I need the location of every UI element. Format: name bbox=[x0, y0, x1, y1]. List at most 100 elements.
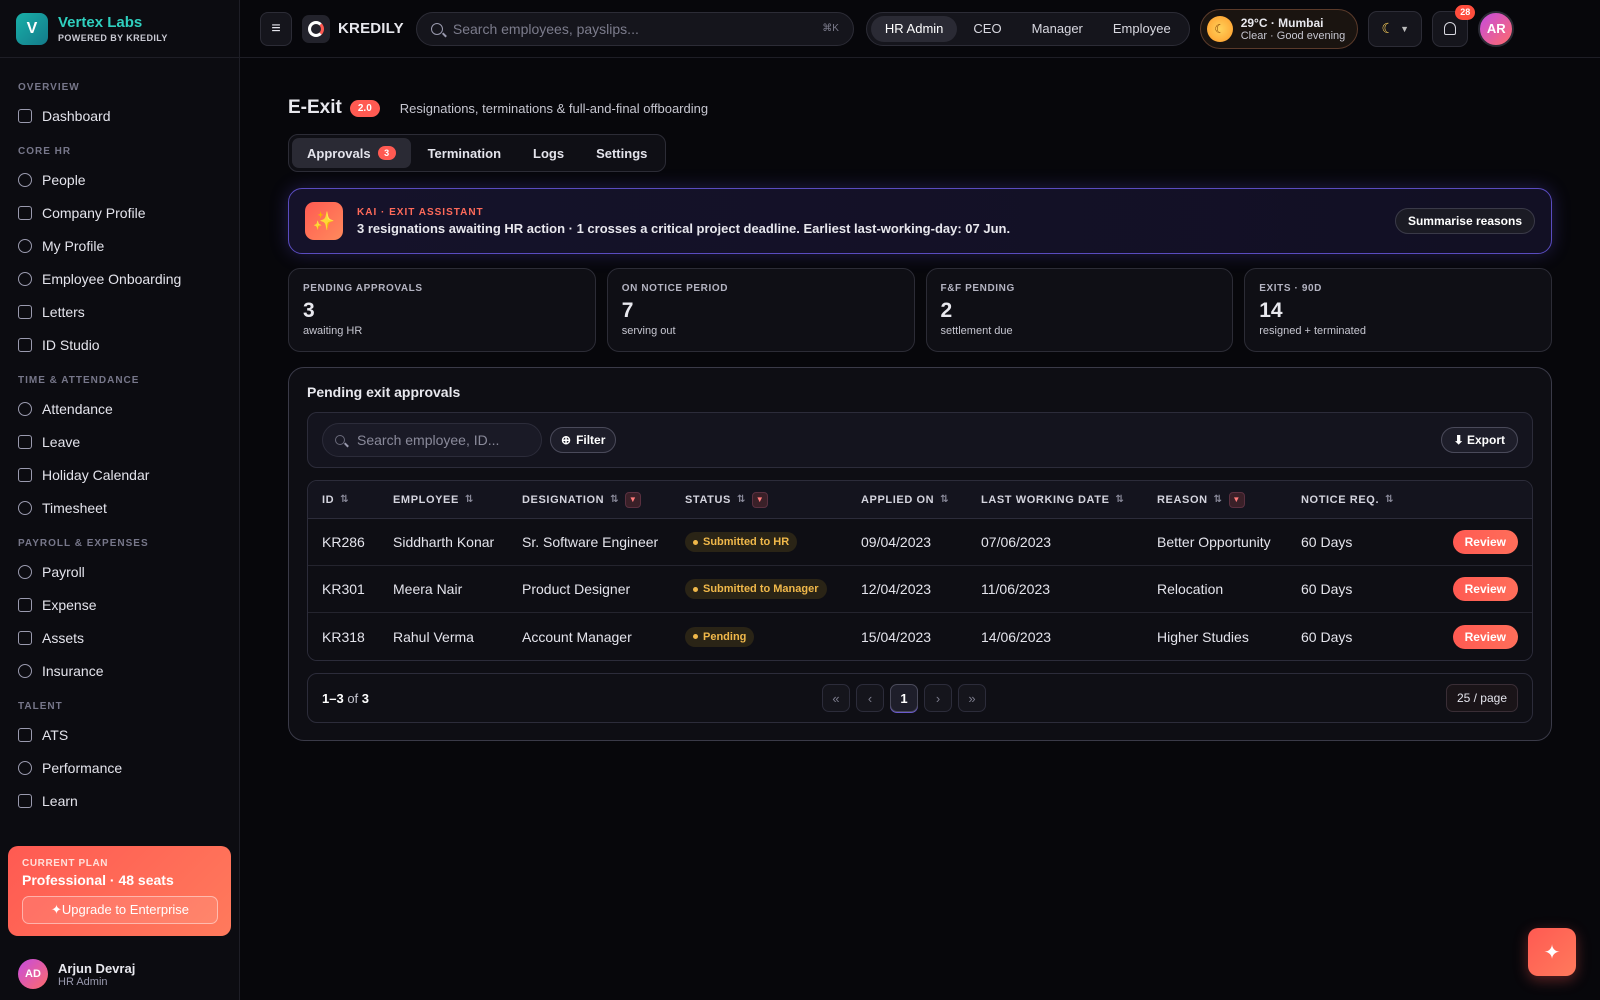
sidebar-item-expense[interactable]: Expense bbox=[0, 588, 239, 621]
table-row[interactable]: KR301 Meera Nair Product Designer Submit… bbox=[308, 566, 1532, 613]
sidebar-item-people[interactable]: People bbox=[0, 163, 239, 196]
cell-designation: Account Manager bbox=[522, 628, 632, 645]
cell-reason: Relocation bbox=[1157, 581, 1224, 597]
weather-widget[interactable]: ☾ 29°C · Mumbai Clear · Good evening bbox=[1199, 8, 1359, 49]
sidebar-user[interactable]: AD Arjun Devraj HR Admin bbox=[0, 948, 239, 1000]
sidebar-item-insurance[interactable]: Insurance bbox=[0, 654, 239, 687]
tab-logs[interactable]: Logs bbox=[518, 138, 579, 168]
last-page-button[interactable]: » bbox=[958, 684, 986, 712]
stat-sub: serving out bbox=[621, 325, 676, 337]
sort-icon: ⇅ bbox=[1115, 494, 1125, 505]
sidebar-item-timesheet[interactable]: Timesheet bbox=[0, 491, 239, 524]
sidebar-item-payroll[interactable]: Payroll bbox=[0, 555, 239, 588]
export-button[interactable]: ⬇ Export bbox=[1440, 427, 1518, 453]
next-page-button[interactable]: › bbox=[924, 684, 952, 712]
sidebar-item-dashboard[interactable]: Dashboard bbox=[0, 99, 239, 132]
cell-id: KR301 bbox=[322, 581, 365, 597]
global-search-input[interactable] bbox=[452, 20, 813, 37]
theme-toggle[interactable]: ☾ ▼ bbox=[1368, 10, 1423, 47]
column-label: EMPLOYEE bbox=[393, 493, 459, 506]
column-filter-icon[interactable]: ▼ bbox=[1228, 491, 1245, 508]
stat-sub: resigned + terminated bbox=[1259, 325, 1366, 337]
page-size-select[interactable]: 25 / page bbox=[1445, 684, 1518, 712]
column-header-designation[interactable]: DESIGNATION ⇅ ▼ bbox=[508, 491, 671, 508]
id-card-icon bbox=[18, 337, 32, 352]
upgrade-button[interactable]: ✦Upgrade to Enterprise bbox=[22, 896, 218, 924]
sidebar-item-attendance[interactable]: Attendance bbox=[0, 392, 239, 425]
sidebar-item-leave[interactable]: Leave bbox=[0, 425, 239, 458]
user-role: HR Admin bbox=[58, 975, 108, 988]
sidebar-item-learn[interactable]: Learn bbox=[0, 784, 239, 817]
nav-section-label: CORE HR bbox=[18, 146, 72, 157]
plus-circle-icon: ⊕ bbox=[561, 433, 572, 447]
column-header-reason[interactable]: REASON ⇅ ▼ bbox=[1143, 491, 1287, 508]
tab-settings[interactable]: Settings bbox=[581, 138, 662, 168]
notifications-button[interactable]: 28 bbox=[1432, 4, 1476, 47]
double-chevron-right-icon: » bbox=[968, 690, 976, 706]
role-ceo[interactable]: CEO bbox=[959, 16, 1015, 42]
sidebar-item-my-profile[interactable]: My Profile bbox=[0, 229, 239, 262]
tab-count-badge: 3 bbox=[377, 146, 396, 160]
column-label: ID bbox=[322, 493, 335, 506]
panel-title: Pending exit approvals bbox=[307, 384, 461, 400]
column-header-id[interactable]: ID ⇅ bbox=[308, 494, 379, 506]
range-value: 1–3 bbox=[322, 690, 344, 706]
column-label: DESIGNATION bbox=[522, 493, 605, 506]
sort-icon: ⇅ bbox=[1385, 494, 1395, 505]
top-header: ≡ KREDILY ⌘K HR Admin CEO Manager Employ… bbox=[240, 0, 1600, 58]
role-hr-admin[interactable]: HR Admin bbox=[870, 15, 958, 42]
sidebar-item-assets[interactable]: Assets bbox=[0, 621, 239, 654]
first-page-button[interactable]: « bbox=[822, 684, 850, 712]
sidebar-nav: OVERVIEW Dashboard CORE HR People Compan… bbox=[0, 58, 239, 817]
sparkle-icon: ✦ bbox=[1543, 941, 1561, 964]
table-row[interactable]: KR286 Siddharth Konar Sr. Software Engin… bbox=[308, 519, 1532, 566]
review-button[interactable]: Review bbox=[1452, 530, 1518, 554]
avatar: AD bbox=[18, 959, 48, 989]
sidebar-item-performance[interactable]: Performance bbox=[0, 751, 239, 784]
brand[interactable]: V Vertex Labs POWERED BY KREDILY bbox=[0, 0, 239, 58]
role-manager[interactable]: Manager bbox=[1018, 16, 1097, 42]
sort-icon: ⇅ bbox=[340, 494, 350, 505]
cell-notice: 60 Days bbox=[1301, 581, 1353, 597]
column-header-status[interactable]: STATUS ⇅ ▼ bbox=[671, 491, 847, 508]
column-header-applied-on[interactable]: APPLIED ON ⇅ bbox=[847, 494, 967, 506]
chevron-down-icon: ▼ bbox=[1400, 23, 1409, 34]
tab-approvals[interactable]: Approvals 3 bbox=[292, 138, 411, 168]
sidebar-item-company-profile[interactable]: Company Profile bbox=[0, 196, 239, 229]
column-filter-icon[interactable]: ▼ bbox=[751, 491, 768, 508]
menu-button[interactable]: ≡ bbox=[260, 11, 292, 46]
tab-termination[interactable]: Termination bbox=[413, 138, 516, 168]
user-avatar[interactable]: AR bbox=[1478, 10, 1515, 47]
stat-label: ON NOTICE PERIOD bbox=[621, 283, 729, 294]
sidebar-item-employee-onboarding[interactable]: Employee Onboarding bbox=[0, 262, 239, 295]
review-button[interactable]: Review bbox=[1452, 624, 1518, 649]
cell-designation: Product Designer bbox=[522, 581, 631, 597]
grid-icon bbox=[18, 108, 32, 123]
column-header-employee[interactable]: EMPLOYEE ⇅ bbox=[379, 494, 508, 506]
filter-button[interactable]: ⊕ Filter bbox=[550, 427, 617, 453]
kredily-logo-mark bbox=[308, 20, 324, 37]
sparkles-icon: ✨ bbox=[305, 202, 343, 240]
prev-page-button[interactable]: ‹ bbox=[856, 684, 884, 712]
sidebar-item-holiday-calendar[interactable]: Holiday Calendar bbox=[0, 458, 239, 491]
table-row[interactable]: KR318 Rahul Verma Account Manager Pendin… bbox=[308, 613, 1532, 660]
employee-search-input[interactable] bbox=[357, 432, 538, 448]
column-header-notice-req[interactable]: NOTICE REQ. ⇅ bbox=[1287, 494, 1407, 506]
review-button[interactable]: Review bbox=[1452, 577, 1518, 601]
app-name: KREDILY bbox=[338, 20, 404, 37]
weather-temperature: 29°C · Mumbai bbox=[1240, 15, 1324, 30]
cell-employee: Siddharth Konar bbox=[393, 534, 495, 550]
column-header-last-working-date[interactable]: LAST WORKING DATE ⇅ bbox=[967, 494, 1143, 506]
sidebar-item-letters[interactable]: Letters bbox=[0, 295, 239, 328]
role-employee[interactable]: Employee bbox=[1099, 16, 1185, 42]
column-filter-icon[interactable]: ▼ bbox=[625, 491, 642, 508]
notification-count-badge: 28 bbox=[1455, 4, 1476, 20]
sidebar-item-label: ID Studio bbox=[42, 336, 100, 353]
page-button-current[interactable]: 1 bbox=[890, 684, 918, 712]
sidebar-item-ats[interactable]: ATS bbox=[0, 718, 239, 751]
table-search bbox=[322, 423, 542, 457]
search-icon bbox=[430, 22, 443, 35]
summarise-reasons-button[interactable]: Summarise reasons bbox=[1394, 208, 1535, 234]
sidebar-item-id-studio[interactable]: ID Studio bbox=[0, 328, 239, 361]
ai-assistant-fab[interactable]: ✦ bbox=[1528, 928, 1576, 976]
